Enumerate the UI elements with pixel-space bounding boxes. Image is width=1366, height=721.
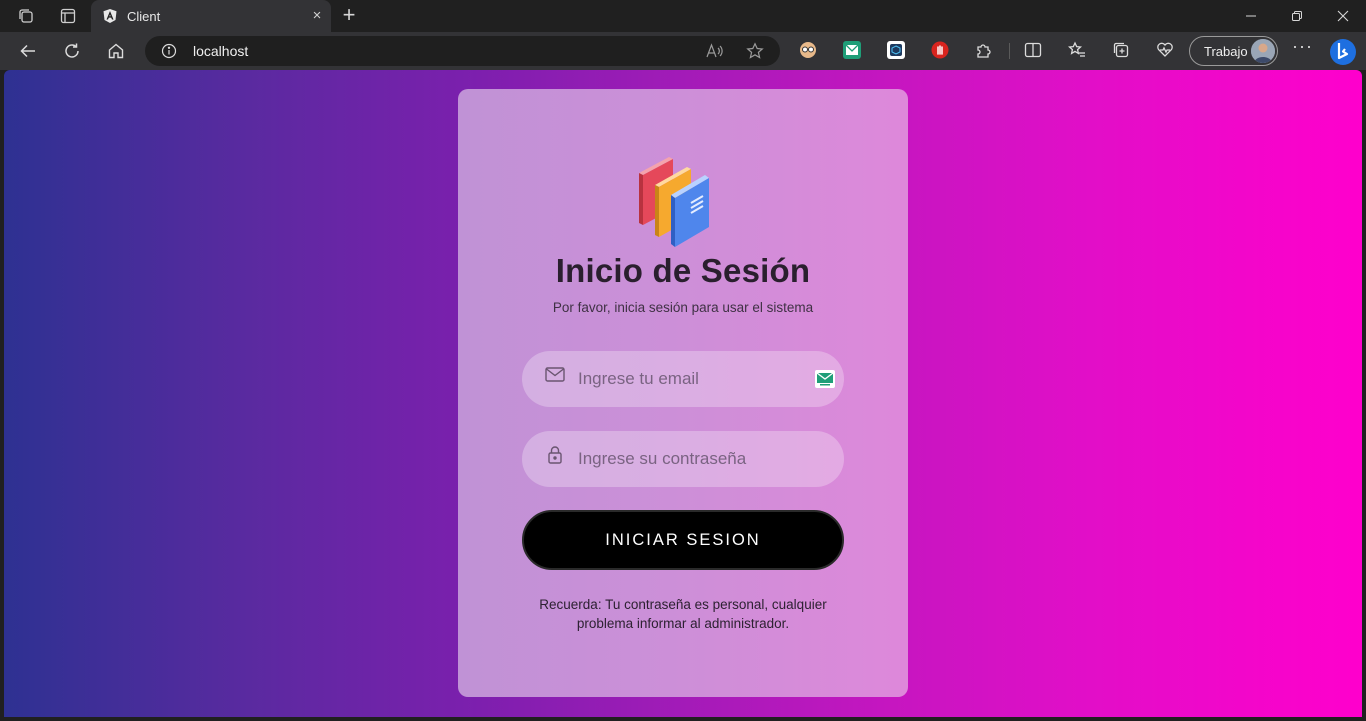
browser-essentials-icon[interactable] [1156,41,1174,59]
angular-icon [103,9,117,23]
close-tab-icon[interactable]: × [309,8,325,24]
tab-actions-icon[interactable] [57,6,79,26]
login-card: Inicio de Sesión Por favor, inicia sesió… [458,89,908,697]
password-input[interactable] [578,431,808,487]
info-icon[interactable] [161,43,177,59]
address-bar[interactable]: localhost [145,36,780,66]
url-text[interactable]: localhost [193,43,248,59]
lock-icon [548,446,562,464]
autofill-extension-icon[interactable] [815,370,835,388]
minimize-icon[interactable] [1238,5,1264,27]
read-aloud-icon[interactable] [706,42,724,60]
extension-mail-icon[interactable] [843,41,861,59]
extension-cube-icon[interactable] [887,41,905,59]
favorites-icon[interactable] [1068,41,1086,59]
collections-icon[interactable] [1112,41,1130,59]
workspaces-icon[interactable] [15,6,37,26]
more-options-icon[interactable]: ··· [1292,37,1312,59]
email-input[interactable] [578,351,808,407]
close-window-icon[interactable] [1330,5,1356,27]
extension-glasses-icon[interactable] [799,41,817,59]
home-icon[interactable] [104,39,128,63]
split-screen-icon[interactable] [1024,41,1042,59]
favorite-star-icon[interactable] [746,42,764,60]
avatar [1251,39,1275,63]
page-title: Inicio de Sesión [555,252,811,289]
profile-button[interactable]: Trabajo [1189,36,1278,66]
reminder-note: Recuerda: Tu contraseña es personal, cua… [539,597,827,631]
extension-hand-icon[interactable] [931,41,949,59]
back-icon[interactable] [16,39,40,63]
refresh-icon[interactable] [60,39,84,63]
toolbar-separator [1009,43,1010,59]
login-button[interactable]: INICIAR SESION [522,510,844,570]
new-tab-icon[interactable]: + [339,4,359,27]
restore-icon[interactable] [1284,5,1310,27]
profile-label: Trabajo [1204,44,1248,59]
tab-title: Client [127,9,161,24]
title-bar: Client × + [0,0,1366,33]
bing-copilot-icon[interactable] [1328,36,1358,68]
page-subtitle: Por favor, inicia sesión para usar el si… [552,300,814,315]
browser-toolbar: localhost Trabajo ··· [0,32,1366,70]
password-field[interactable] [522,431,844,487]
mail-icon [545,367,565,382]
tab-client[interactable]: Client × [91,0,331,33]
page-viewport: Inicio de Sesión Por favor, inicia sesió… [4,70,1362,717]
extensions-puzzle-icon[interactable] [975,41,993,59]
email-field[interactable] [522,351,844,407]
books-logo-icon [639,157,709,247]
